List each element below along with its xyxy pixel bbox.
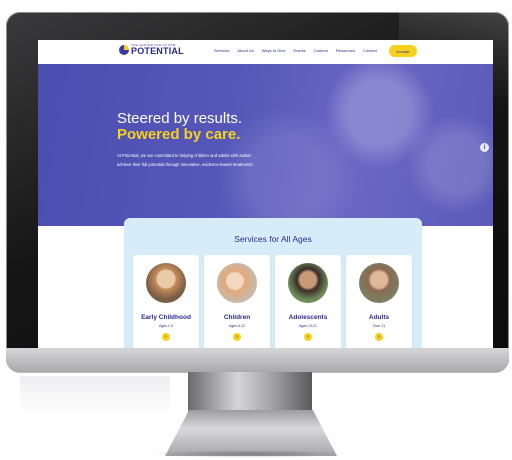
early-childhood-photo [146, 263, 186, 303]
hero-banner: i [38, 64, 493, 226]
desk-reflection [20, 376, 170, 416]
adults-photo [359, 263, 399, 303]
chevron-right-icon[interactable]: › [233, 333, 241, 341]
service-card-early-childhood[interactable]: Early Childhood Ages 1-5 › [133, 255, 199, 355]
chevron-right-icon[interactable]: › [375, 333, 383, 341]
card-title: Adolescents [288, 314, 328, 321]
card-title: Children [223, 314, 251, 321]
card-ages: Over 21 [372, 324, 386, 328]
nav-ways-to-give[interactable]: Ways to Give [262, 48, 286, 53]
monitor-screen: THE CENTER FOR AUTISM POTENTIAL Services… [38, 40, 493, 360]
chevron-right-icon[interactable]: › [304, 333, 312, 341]
nav-resources[interactable]: Resources [336, 48, 355, 53]
donate-button[interactable]: Donate [389, 45, 417, 57]
site-logo[interactable]: THE CENTER FOR AUTISM POTENTIAL [119, 44, 184, 56]
service-card-adolescents[interactable]: Adolescents Ages 13-21 › [275, 255, 341, 355]
nav-services[interactable]: Services [214, 48, 229, 53]
card-title: Adults [368, 314, 390, 321]
children-photo [217, 263, 257, 303]
monitor-frame: THE CENTER FOR AUTISM POTENTIAL Services… [6, 12, 509, 372]
card-title: Early Childhood [141, 314, 191, 321]
main-nav: Services About Us Ways to Give Events Ca… [214, 48, 385, 53]
hero-description: At Potential, we are committed to helpin… [117, 153, 254, 167]
nav-contact[interactable]: Contact [363, 48, 377, 53]
nav-about-us[interactable]: About Us [237, 48, 253, 53]
site-header: THE CENTER FOR AUTISM POTENTIAL Services… [38, 40, 493, 64]
hero-subheadline: Powered by care. [117, 126, 241, 143]
service-card-children[interactable]: Children Ages 6-12 › [204, 255, 270, 355]
monitor-stand-neck [188, 372, 312, 412]
services-title: Services for All Ages [234, 234, 312, 244]
stand-shadow [150, 450, 350, 458]
nav-events[interactable]: Events [293, 48, 305, 53]
info-icon[interactable]: i [480, 143, 489, 152]
hero-headline: Steered by results. [117, 110, 243, 127]
services-section: Services for All Ages Early Childhood Ag… [124, 218, 422, 360]
nav-careers[interactable]: Careers [314, 48, 328, 53]
logo-text: THE CENTER FOR AUTISM POTENTIAL [131, 44, 184, 56]
logo-wordmark: POTENTIAL [131, 46, 184, 56]
chevron-right-icon[interactable]: › [162, 333, 170, 341]
card-ages: Ages 1-5 [158, 324, 173, 328]
adolescents-photo [288, 263, 328, 303]
monitor-chin [6, 348, 509, 372]
logo-mark-icon [119, 45, 129, 55]
card-ages: Ages 6-12 [229, 324, 245, 328]
card-ages: Ages 13-21 [299, 324, 317, 328]
service-card-adults[interactable]: Adults Over 21 › [346, 255, 412, 355]
